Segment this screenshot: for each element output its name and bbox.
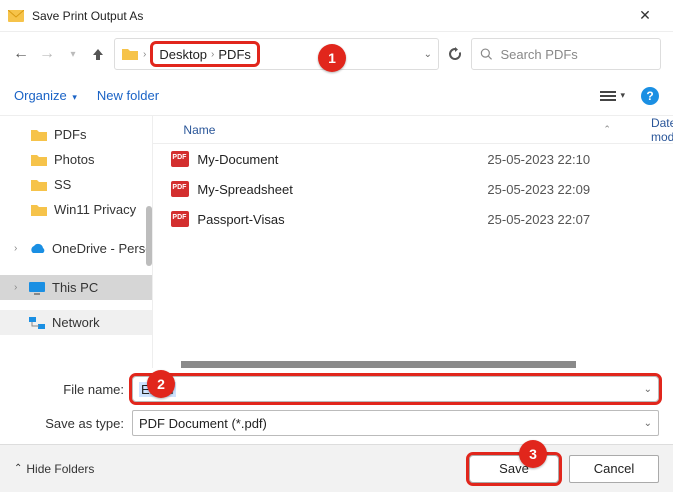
breadcrumb-highlight: Desktop › PDFs — [150, 41, 260, 67]
sidebar-folder[interactable]: PDFs — [0, 122, 152, 147]
chevron-right-icon: › — [211, 49, 214, 60]
sidebar: PDFs Photos SS Win11 Privacy ›OneDrive -… — [0, 116, 152, 368]
pdf-icon — [171, 181, 189, 197]
chevron-right-icon: › — [14, 282, 22, 293]
saveastype-label: Save as type: — [40, 416, 132, 431]
search-input[interactable] — [498, 46, 652, 63]
chevron-up-icon: ⌃ — [14, 463, 22, 474]
callout-2: 2 — [147, 370, 175, 398]
file-row[interactable]: My-Document25-05-2023 22:10 — [153, 144, 673, 174]
refresh-button[interactable] — [447, 46, 463, 62]
window-title: Save Print Output As — [32, 9, 625, 23]
pdf-icon — [171, 151, 189, 167]
callout-1: 1 — [318, 44, 346, 72]
address-bar[interactable]: › Desktop › PDFs ⌄ — [114, 38, 439, 70]
file-row[interactable]: My-Spreadsheet25-05-2023 22:09 — [153, 174, 673, 204]
filename-label: File name: — [40, 382, 132, 397]
back-button[interactable]: ← — [12, 45, 30, 63]
view-menu[interactable]: ▾ — [600, 90, 625, 102]
monitor-icon — [28, 281, 46, 295]
organize-menu[interactable]: Organize ▾ — [14, 88, 77, 103]
breadcrumb-pdfs[interactable]: PDFs — [218, 47, 251, 62]
folder-icon — [30, 153, 48, 167]
search-icon — [480, 47, 492, 61]
chevron-down-icon[interactable]: ⌄ — [644, 418, 652, 429]
folder-icon — [30, 178, 48, 192]
horizontal-scrollbar[interactable] — [181, 361, 576, 368]
title-bar: Save Print Output As ✕ — [0, 0, 673, 32]
sort-indicator-icon: ⌃ — [603, 124, 611, 135]
callout-3: 3 — [519, 440, 547, 468]
column-headers[interactable]: Name ⌃ Date modified — [153, 116, 673, 144]
chevron-right-icon: › — [143, 49, 146, 60]
footer: ⌃ Hide Folders Save Cancel — [0, 444, 673, 492]
col-name[interactable]: Name — [183, 123, 483, 137]
new-folder-button[interactable]: New folder — [97, 88, 159, 103]
file-list: Name ⌃ Date modified My-Document25-05-20… — [152, 116, 673, 368]
close-button[interactable]: ✕ — [625, 7, 665, 24]
cloud-icon — [28, 242, 46, 256]
envelope-icon — [8, 10, 24, 22]
sidebar-this-pc[interactable]: ›This PC — [0, 275, 152, 300]
saveastype-value: PDF Document (*.pdf) — [139, 416, 267, 431]
saveastype-select[interactable]: PDF Document (*.pdf) ⌄ — [132, 410, 659, 436]
sidebar-onedrive[interactable]: ›OneDrive - Perso — [0, 236, 152, 261]
file-row[interactable]: Passport-Visas25-05-2023 22:07 — [153, 204, 673, 234]
folder-icon — [30, 128, 48, 142]
help-button[interactable]: ? — [641, 87, 659, 105]
network-icon — [28, 316, 46, 330]
up-button[interactable] — [90, 46, 106, 62]
forward-button[interactable]: → — [38, 45, 56, 63]
address-dropdown[interactable]: ⌄ — [424, 49, 432, 60]
cancel-button[interactable]: Cancel — [569, 455, 659, 483]
form-area: File name: Email ⌄ Save as type: PDF Doc… — [0, 368, 673, 436]
sidebar-folder[interactable]: SS — [0, 172, 152, 197]
pdf-icon — [171, 211, 189, 227]
sidebar-network[interactable]: ›Network — [0, 310, 152, 335]
search-box[interactable] — [471, 38, 661, 70]
chevron-down-icon[interactable]: ⌄ — [644, 384, 652, 395]
hide-folders-link[interactable]: ⌃ Hide Folders — [14, 462, 94, 476]
col-date[interactable]: Date modified — [651, 116, 673, 144]
breadcrumb-desktop[interactable]: Desktop — [159, 47, 207, 62]
recent-dropdown[interactable]: ▾ — [64, 49, 82, 60]
folder-icon — [30, 203, 48, 217]
toolbar: Organize ▾ New folder ▾ ? — [0, 76, 673, 116]
sidebar-folder[interactable]: Win11 Privacy — [0, 197, 152, 222]
filename-input[interactable]: Email ⌄ — [132, 376, 659, 402]
sidebar-folder[interactable]: Photos — [0, 147, 152, 172]
chevron-right-icon: › — [14, 243, 22, 254]
folder-icon — [121, 47, 139, 61]
